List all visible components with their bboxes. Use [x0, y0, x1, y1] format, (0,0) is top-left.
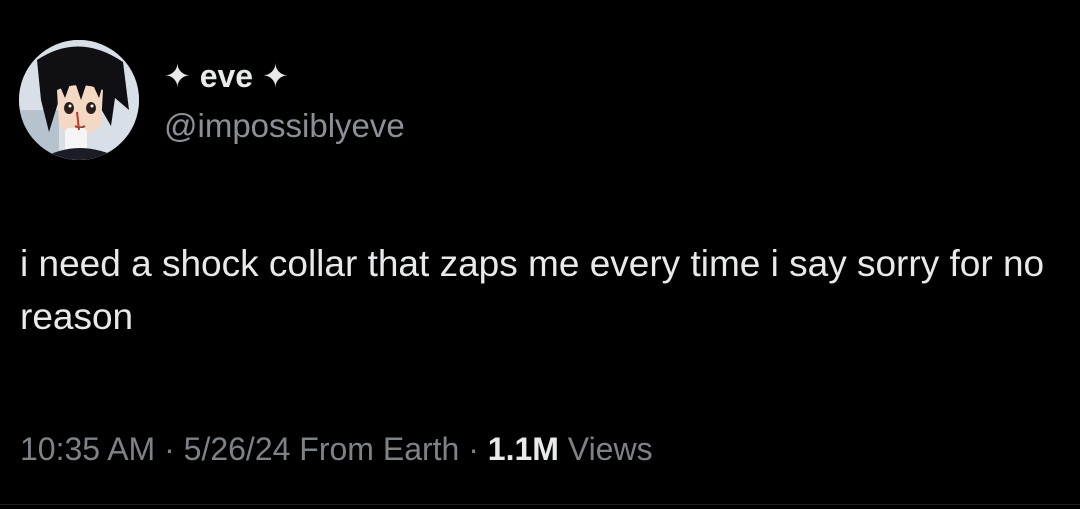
tweet-text: i need a shock collar that zaps me every…: [20, 243, 1045, 337]
tweet: ✦ eve ✦ @impossiblyeve i need a shock co…: [0, 0, 1080, 509]
avatar[interactable]: [19, 40, 139, 160]
tweet-meta: 10:35 AM · 5/26/24 From Earth · 1.1M Vie…: [20, 431, 653, 468]
divider: [0, 504, 1080, 505]
tweet-date[interactable]: 5/26/24: [184, 431, 291, 467]
views-count[interactable]: 1.1M: [488, 431, 559, 467]
meta-separator: ·: [459, 431, 488, 467]
tweet-source: From Earth: [299, 431, 460, 467]
meta-separator: ·: [155, 431, 184, 467]
anime-character-avatar-icon: [19, 40, 139, 160]
tweet-time[interactable]: 10:35 AM: [20, 431, 155, 467]
views-label: Views: [567, 431, 653, 467]
author-handle[interactable]: @impossiblyeve: [164, 107, 405, 145]
author-display-name[interactable]: ✦ eve ✦: [164, 57, 289, 95]
